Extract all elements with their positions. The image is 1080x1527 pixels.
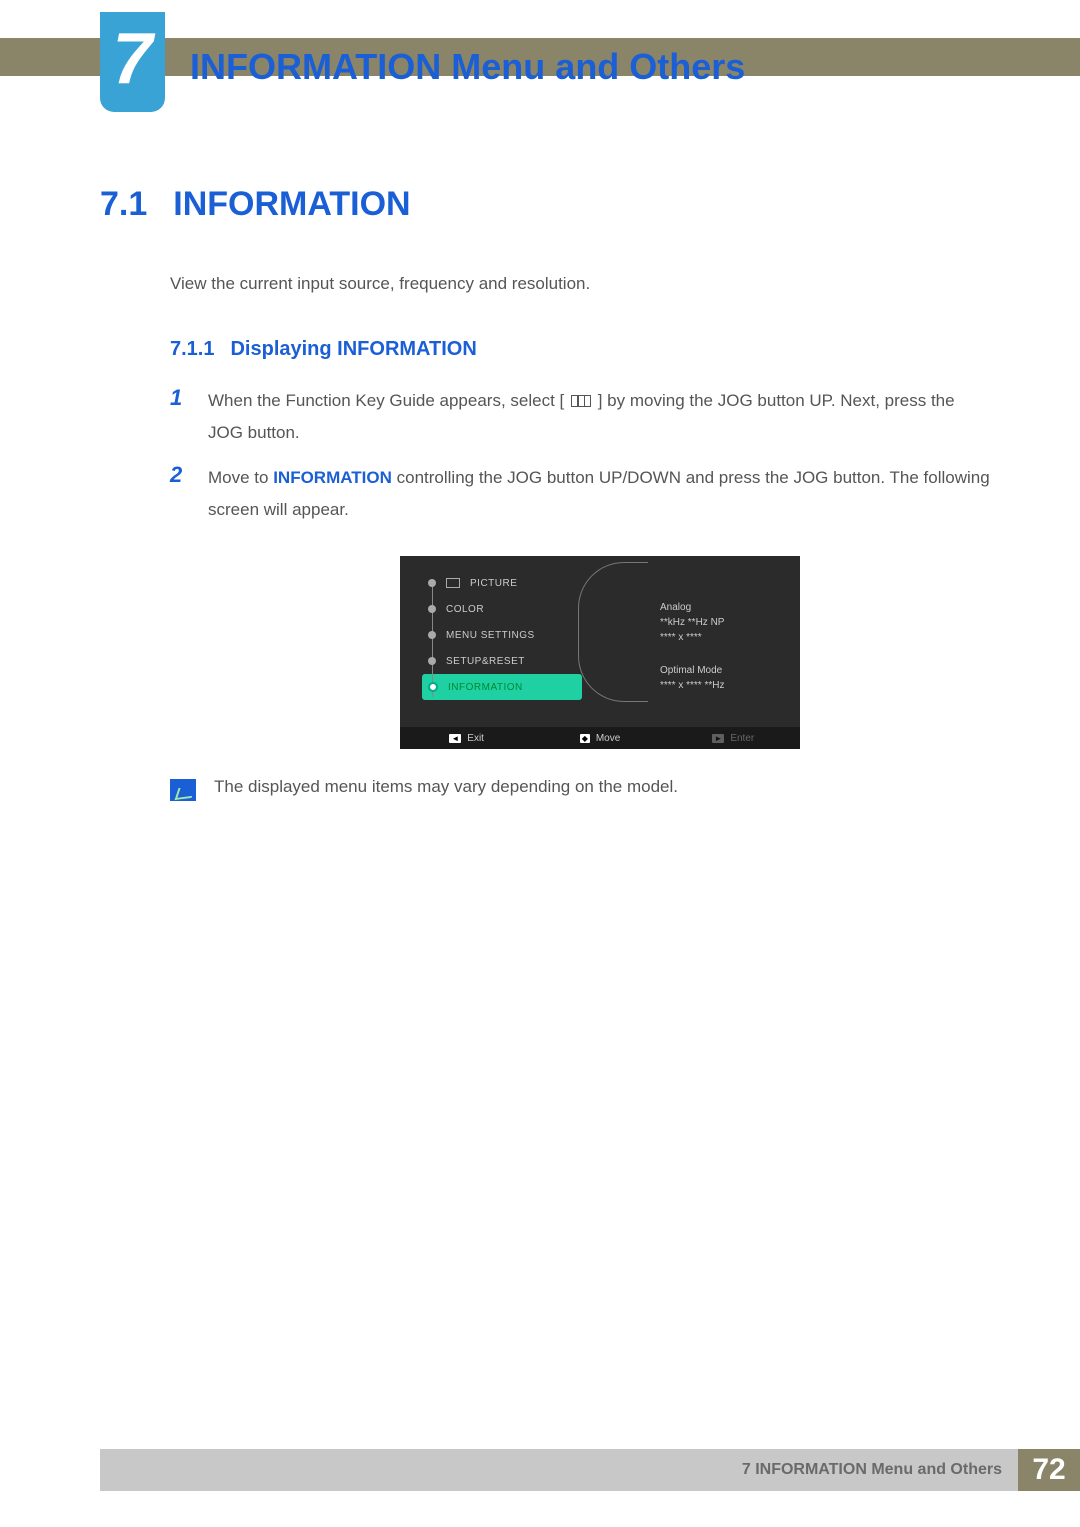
step-text-part: When the Function Key Guide appears, sel… <box>208 391 564 410</box>
subsection-heading: 7.1.1 Displaying INFORMATION <box>170 338 990 361</box>
osd-item-label: COLOR <box>446 604 484 615</box>
content-area: 7.1 INFORMATION View the current input s… <box>100 185 990 801</box>
osd-info-block2: Optimal Mode **** x **** **Hz <box>660 663 782 693</box>
osd-footer-label: Exit <box>467 733 484 744</box>
osd-menu-list: PICTURE COLOR MENU SETTINGS SETUP&RESET <box>422 570 582 711</box>
osd-footer: ◄ Exit ◆ Move ► Enter <box>400 727 800 749</box>
osd-footer-label: Enter <box>730 733 754 744</box>
note-icon <box>170 779 196 801</box>
step-number: 1 <box>170 385 190 450</box>
step-text-part: Move to <box>208 468 273 487</box>
page-number: 72 <box>1018 1449 1080 1491</box>
osd-item-label: MENU SETTINGS <box>446 630 535 641</box>
osd-info-line: Optimal Mode <box>660 663 782 678</box>
osd-item-color: COLOR <box>422 596 582 622</box>
osd-info-line: Analog <box>660 600 782 615</box>
menu-icon <box>571 395 591 407</box>
chapter-number-tab: 7 <box>100 12 165 112</box>
dot-icon <box>428 682 438 692</box>
chapter-title: INFORMATION Menu and Others <box>190 46 745 88</box>
section-intro: View the current input source, frequency… <box>170 274 990 294</box>
dot-icon <box>428 579 436 587</box>
picture-icon <box>446 578 460 588</box>
dot-icon <box>428 605 436 613</box>
osd-footer-enter: ► Enter <box>667 733 800 744</box>
note-text: The displayed menu items may vary depend… <box>214 777 678 797</box>
dot-icon <box>428 657 436 665</box>
step-text: Move to INFORMATION controlling the JOG … <box>208 462 990 527</box>
right-key-icon: ► <box>712 734 724 743</box>
osd-item-label: SETUP&RESET <box>446 656 525 667</box>
left-key-icon: ◄ <box>449 734 461 743</box>
osd-footer-exit: ◄ Exit <box>400 733 533 744</box>
section-title: INFORMATION <box>173 185 410 224</box>
osd-panel: PICTURE COLOR MENU SETTINGS SETUP&RESET <box>400 556 800 749</box>
step-number: 2 <box>170 462 190 527</box>
footer-label: 7 INFORMATION Menu and Others <box>100 1449 1018 1491</box>
keyword-information: INFORMATION <box>273 468 392 487</box>
osd-info-line: **** x **** <box>660 630 782 645</box>
steps-list: 1 When the Function Key Guide appears, s… <box>170 385 990 526</box>
subsection-title: Displaying INFORMATION <box>230 338 476 361</box>
dot-icon <box>428 631 436 639</box>
osd-info-line: **kHz **Hz NP <box>660 615 782 630</box>
osd-item-label: INFORMATION <box>448 682 523 693</box>
osd-info-line: **** x **** **Hz <box>660 678 782 693</box>
osd-footer-move: ◆ Move <box>533 733 666 744</box>
osd-curve-line <box>578 562 648 702</box>
step-text: When the Function Key Guide appears, sel… <box>208 385 990 450</box>
section-number: 7.1 <box>100 185 147 224</box>
osd-body: PICTURE COLOR MENU SETTINGS SETUP&RESET <box>400 556 800 727</box>
osd-item-setup-reset: SETUP&RESET <box>422 648 582 674</box>
osd-info-block1: Analog **kHz **Hz NP **** x **** <box>660 600 782 645</box>
step-1: 1 When the Function Key Guide appears, s… <box>170 385 990 450</box>
osd-item-picture: PICTURE <box>422 570 582 596</box>
osd-item-information: INFORMATION <box>422 674 582 700</box>
osd-screenshot: PICTURE COLOR MENU SETTINGS SETUP&RESET <box>210 556 990 749</box>
osd-connector-line <box>432 584 433 697</box>
section-heading: 7.1 INFORMATION <box>100 185 990 224</box>
osd-item-label: PICTURE <box>470 578 517 589</box>
note-row: The displayed menu items may vary depend… <box>170 777 990 801</box>
updown-key-icon: ◆ <box>580 734 590 743</box>
page-footer: 7 INFORMATION Menu and Others 72 <box>100 1449 1080 1491</box>
osd-item-menu-settings: MENU SETTINGS <box>422 622 582 648</box>
osd-footer-label: Move <box>596 733 620 744</box>
step-2: 2 Move to INFORMATION controlling the JO… <box>170 462 990 527</box>
subsection-number: 7.1.1 <box>170 338 214 361</box>
